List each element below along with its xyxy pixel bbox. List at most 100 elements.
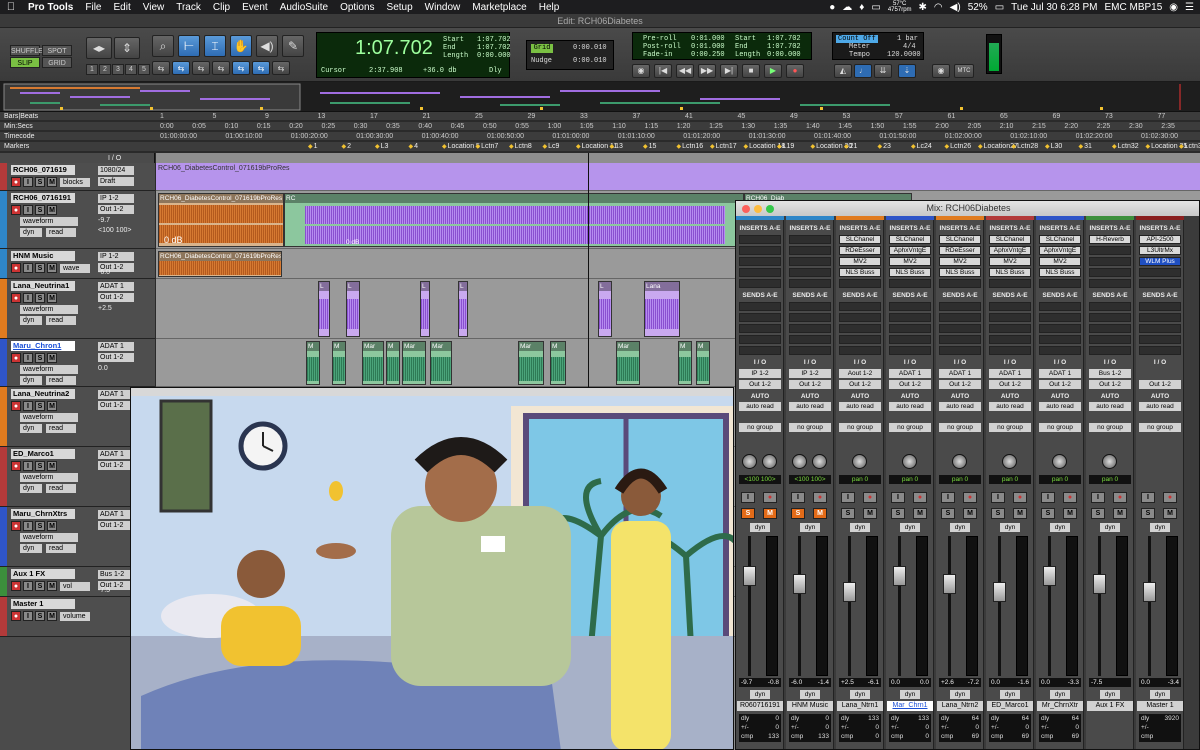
insert-slot[interactable] bbox=[1089, 257, 1131, 266]
group-selector[interactable]: no group bbox=[1089, 423, 1131, 432]
pan-value[interactable]: pan 0 bbox=[1089, 475, 1131, 484]
volume-readout[interactable]: 0.0 -1.6 bbox=[989, 678, 1031, 687]
zoom-in-icon[interactable]: ⇕ bbox=[114, 37, 140, 59]
dyn-label[interactable]: dyn bbox=[20, 228, 42, 237]
mute-button[interactable]: M bbox=[763, 508, 777, 519]
track-volume[interactable]: -9.7-6.0 bbox=[98, 269, 110, 276]
selector-tool-icon[interactable]: ⌶ bbox=[204, 35, 226, 57]
record-button[interactable]: ● bbox=[1063, 492, 1077, 503]
track-name[interactable]: ED_Marco1 bbox=[11, 449, 75, 459]
track-header[interactable]: Maru_Chron1 ● I S M waveform dyn read ADAT … bbox=[0, 339, 155, 387]
automation-mode[interactable]: read bbox=[46, 424, 76, 433]
record-enable-button[interactable]: ● bbox=[11, 177, 21, 187]
menu-app-name[interactable]: Pro Tools bbox=[22, 2, 79, 13]
track-input[interactable]: ADAT 1 bbox=[98, 282, 134, 291]
solo-button[interactable]: S bbox=[1141, 508, 1155, 519]
lana-clip-1[interactable]: L bbox=[318, 281, 330, 337]
menu-window[interactable]: Window bbox=[419, 2, 467, 13]
input-monitor-button[interactable]: I bbox=[1041, 492, 1055, 503]
send-slot[interactable] bbox=[739, 313, 781, 322]
track-output[interactable]: Out 1-2 bbox=[98, 461, 134, 470]
sync-icon[interactable]: ◉ bbox=[932, 64, 950, 78]
maru-clip-1[interactable]: M bbox=[306, 341, 320, 385]
mute-button[interactable]: M bbox=[863, 508, 877, 519]
group-selector[interactable]: no group bbox=[889, 423, 931, 432]
output-selector[interactable]: Out 1-2 bbox=[989, 380, 1031, 389]
send-slot[interactable] bbox=[1139, 346, 1181, 355]
track-output[interactable]: Out 1-2 bbox=[98, 521, 134, 530]
solo-button[interactable]: S bbox=[35, 611, 45, 621]
strip-name[interactable]: HNM Music bbox=[787, 701, 833, 711]
list-icon[interactable]: ☰ bbox=[1185, 2, 1194, 13]
solo-button[interactable]: S bbox=[1041, 508, 1055, 519]
solo-button[interactable]: S bbox=[35, 581, 45, 591]
edit-tool-b-icon[interactable]: ⇆ bbox=[172, 61, 190, 75]
solo-button[interactable]: S bbox=[941, 508, 955, 519]
solo-button[interactable]: S bbox=[35, 521, 45, 531]
volume-fader[interactable] bbox=[743, 566, 756, 586]
volume-readout[interactable]: +2.5 -6.1 bbox=[839, 678, 881, 687]
mute-button[interactable]: M bbox=[47, 611, 57, 621]
record-icon[interactable]: ● bbox=[786, 64, 804, 78]
track-name[interactable]: HNM Music bbox=[11, 251, 75, 261]
send-slot[interactable] bbox=[1039, 335, 1081, 344]
track-name[interactable]: Aux 1 FX bbox=[11, 569, 75, 579]
track-view-selector[interactable]: waveform bbox=[20, 217, 78, 226]
insert-slot[interactable]: L3UltrMx bbox=[1139, 246, 1181, 255]
insert-slot[interactable]: MV2 bbox=[939, 257, 981, 266]
record-enable-button[interactable]: ● bbox=[11, 461, 21, 471]
input-selector[interactable]: ADAT 1 bbox=[939, 369, 981, 378]
volume-readout[interactable]: 0.0 -3.3 bbox=[1039, 678, 1081, 687]
insert-slot[interactable]: API-2500 bbox=[1139, 235, 1181, 244]
send-slot[interactable] bbox=[1039, 313, 1081, 322]
track-name[interactable]: RCH06_0716191 bbox=[11, 193, 75, 203]
group-selector[interactable]: no group bbox=[989, 423, 1031, 432]
output-selector[interactable]: Out 1-2 bbox=[839, 380, 881, 389]
send-slot[interactable] bbox=[1089, 302, 1131, 311]
insert-slot[interactable] bbox=[739, 268, 781, 277]
insert-slot[interactable]: NLS Buss bbox=[839, 268, 881, 277]
volume-readout[interactable]: +2.6 -7.2 bbox=[939, 678, 981, 687]
record-enable-button[interactable]: ● bbox=[11, 401, 21, 411]
dyn-label[interactable]: dyn bbox=[20, 484, 42, 493]
group-selector[interactable]: no group bbox=[939, 423, 981, 432]
edit-tool-g-icon[interactable]: ⇆ bbox=[272, 61, 290, 75]
insert-slot[interactable] bbox=[739, 257, 781, 266]
apple-icon[interactable]:  bbox=[0, 1, 22, 13]
mixer-channel-strip[interactable]: INSERTS A-E SENDS A-E I / O IP 1-2 Out 1-2 AU… bbox=[736, 216, 784, 749]
evernote-icon[interactable]: ♦ bbox=[859, 2, 864, 13]
input-monitor-button[interactable]: I bbox=[23, 353, 33, 363]
metronome-icon[interactable]: ◭ bbox=[834, 64, 852, 78]
main-counter-display[interactable]: 1:07.702 Start End Length 1:07.702 1:07.702… bbox=[316, 32, 511, 78]
clock[interactable]: Tue Jul 30 6:28 PM bbox=[1011, 2, 1097, 13]
insert-slot[interactable] bbox=[939, 279, 981, 288]
insert-slot[interactable]: AphxVntgE bbox=[989, 246, 1031, 255]
mute-button[interactable]: M bbox=[1113, 508, 1127, 519]
bluetooth-icon[interactable]: ✱ bbox=[919, 2, 927, 13]
automation-selector[interactable]: auto read bbox=[1139, 402, 1181, 411]
send-slot[interactable] bbox=[889, 346, 931, 355]
shuffle-mode-button[interactable]: SHUFFLE bbox=[10, 45, 43, 56]
output-selector[interactable]: Out 1-2 bbox=[789, 380, 831, 389]
insert-slot[interactable] bbox=[789, 279, 831, 288]
midi-merge-icon[interactable]: ⇊ bbox=[874, 64, 892, 78]
dyn-button[interactable]: dyn bbox=[1150, 523, 1170, 532]
input-monitor-button[interactable]: I bbox=[891, 492, 905, 503]
tempo-display[interactable]: Count Off 1 bar Meter 4/4 Tempo 120.0000 bbox=[832, 32, 924, 60]
insert-slot[interactable]: SLChanel bbox=[939, 235, 981, 244]
track-name[interactable]: Maru_Chron1 bbox=[11, 341, 75, 351]
send-slot[interactable] bbox=[939, 313, 981, 322]
send-slot[interactable] bbox=[739, 302, 781, 311]
pan-value[interactable]: pan 0 bbox=[889, 475, 931, 484]
mute-button[interactable]: M bbox=[1013, 508, 1027, 519]
output-selector[interactable]: Out 1-2 bbox=[889, 380, 931, 389]
menu-file[interactable]: File bbox=[79, 2, 107, 13]
input-selector[interactable]: IP 1-2 bbox=[739, 369, 781, 378]
input-monitor-button[interactable]: I bbox=[23, 177, 33, 187]
menu-options[interactable]: Options bbox=[334, 2, 380, 13]
solo-button[interactable]: S bbox=[35, 263, 45, 273]
automation-mode[interactable]: read bbox=[46, 228, 76, 237]
send-slot[interactable] bbox=[1039, 302, 1081, 311]
insert-slot[interactable] bbox=[739, 246, 781, 255]
track-volume[interactable]: -9.7+2.5 bbox=[98, 305, 112, 312]
